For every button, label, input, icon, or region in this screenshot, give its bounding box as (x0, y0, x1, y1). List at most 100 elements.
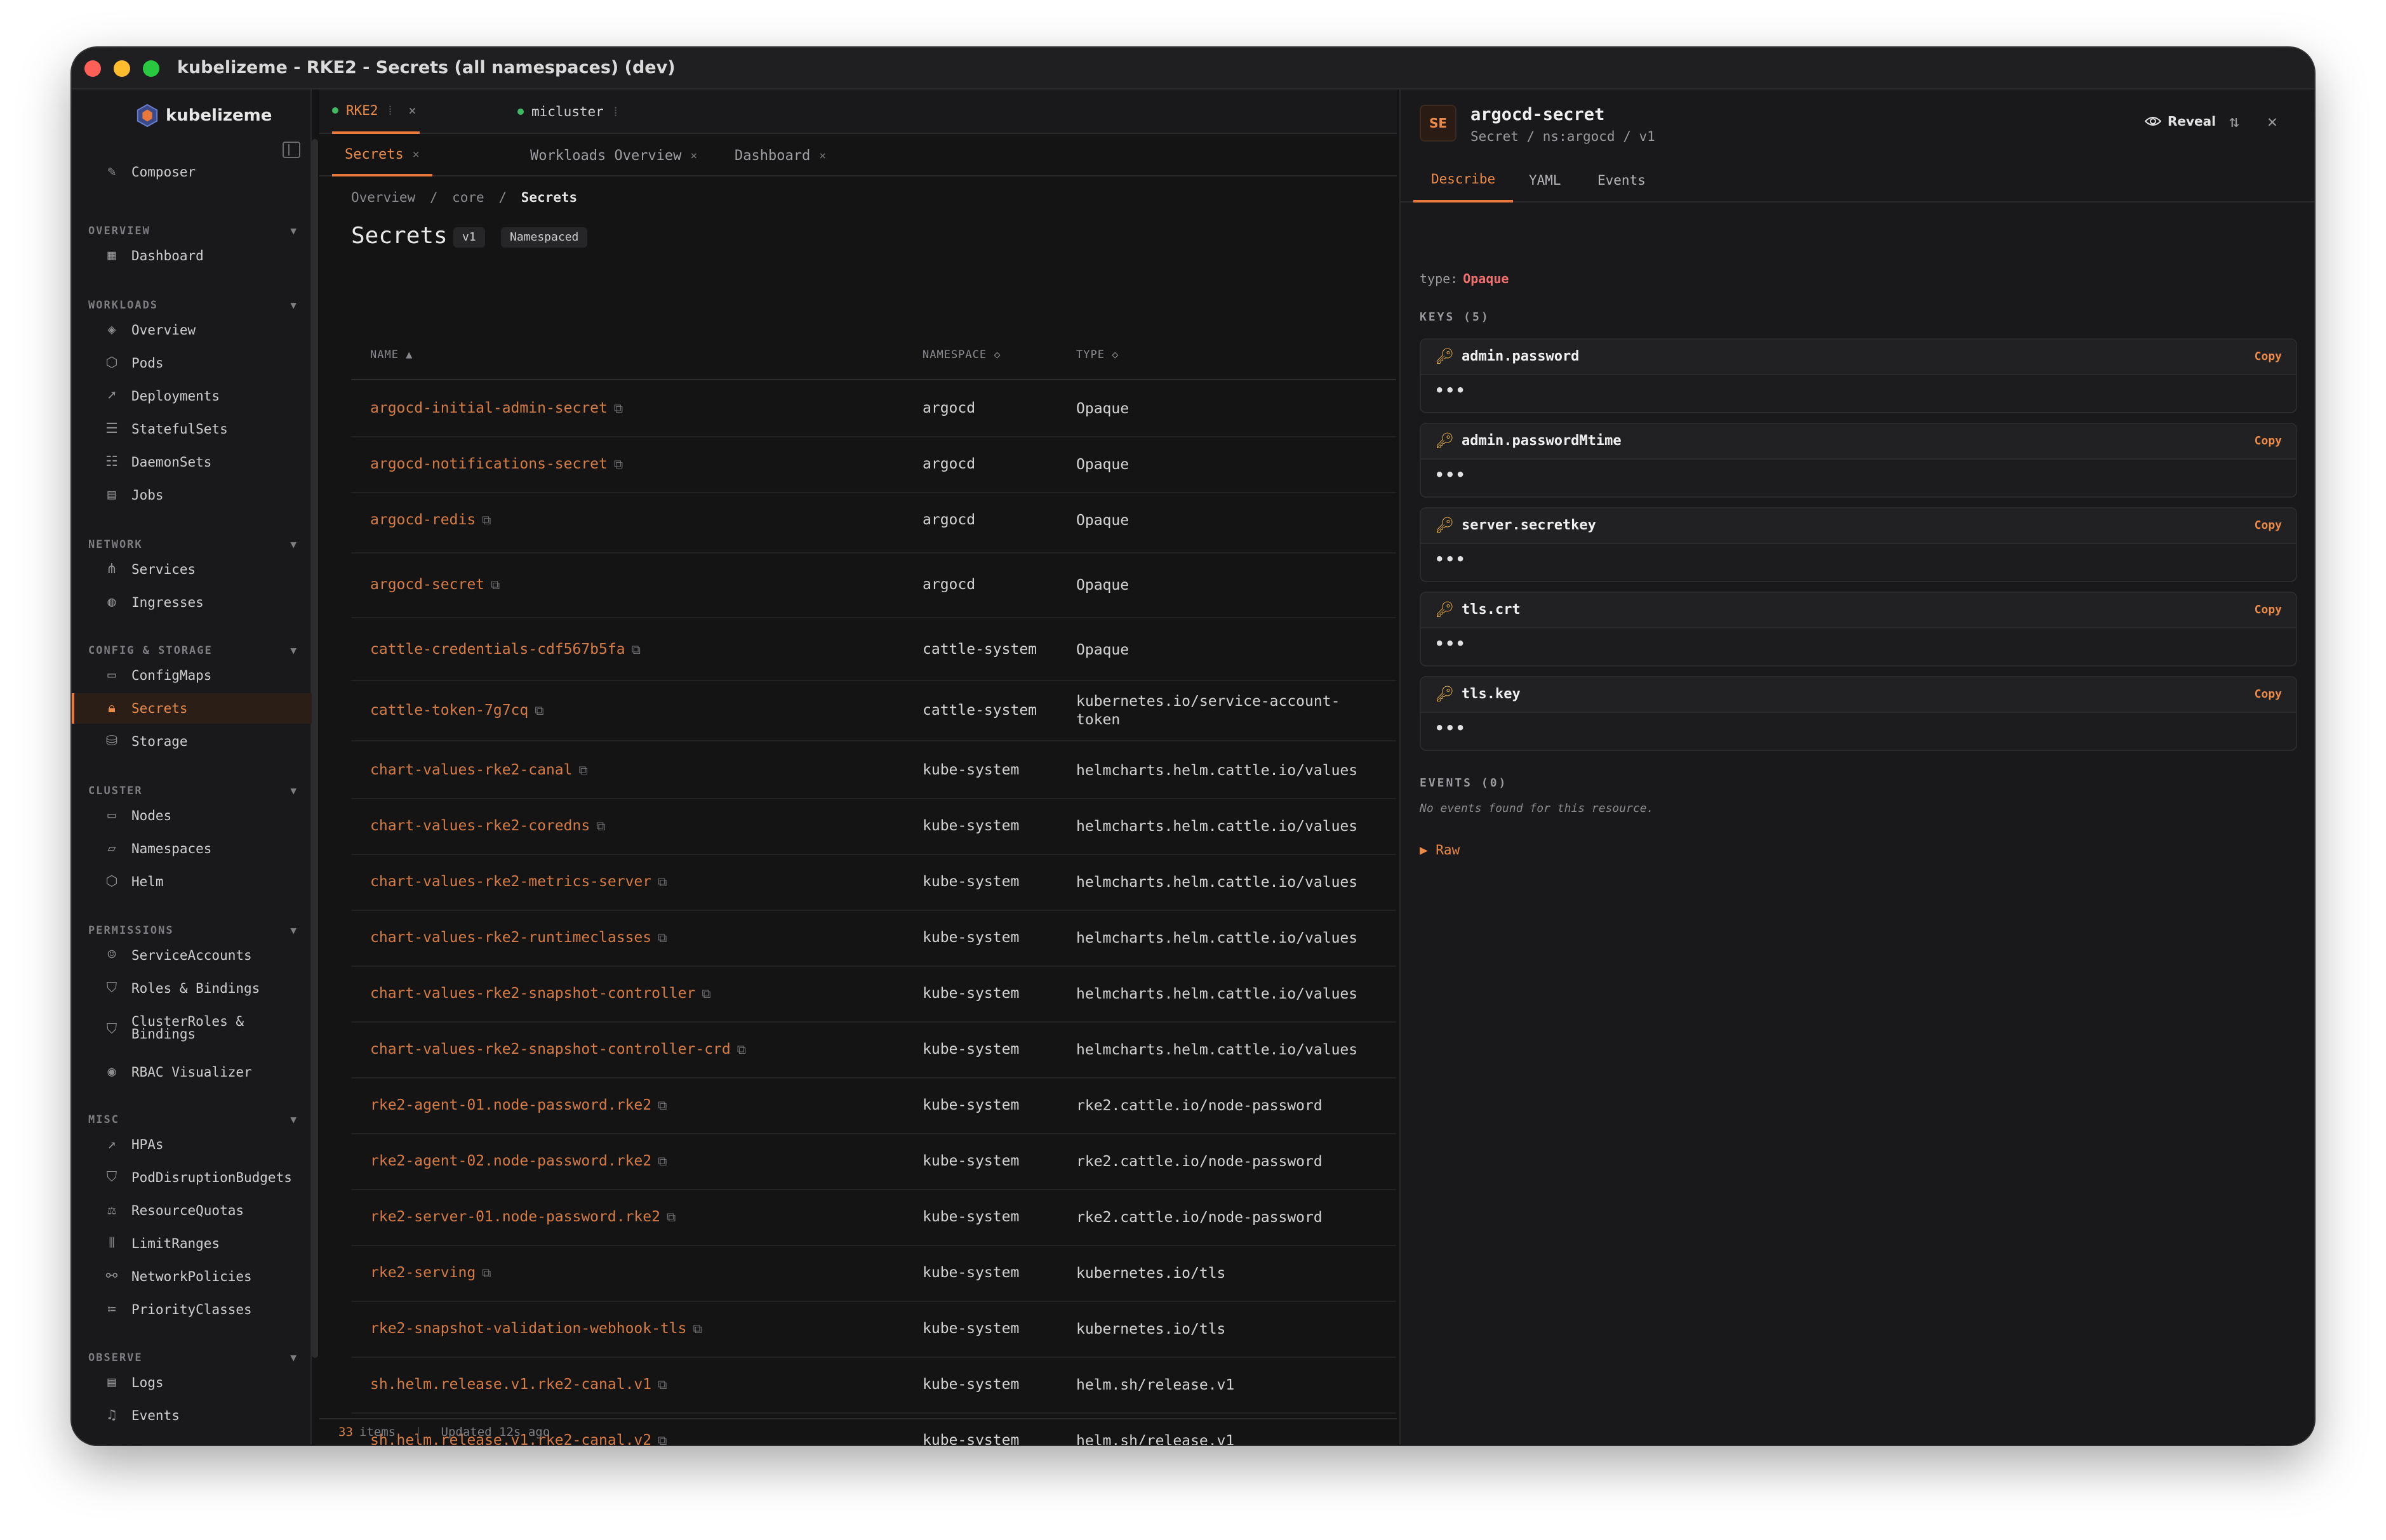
column-header-type[interactable]: TYPE ◇ (1076, 348, 1119, 361)
close-icon[interactable]: ✕ (2263, 112, 2282, 131)
table-row[interactable]: argocd-notifications-secret ⧉ argocd Opaque (351, 437, 1396, 493)
sidebar-item-priorityclasses[interactable]: ≔ PriorityClasses (72, 1294, 312, 1325)
copy-button[interactable]: Copy (2255, 519, 2282, 532)
table-row[interactable]: chart-values-rke2-runtimeclasses ⧉ kube-sy… (351, 911, 1396, 967)
sidebar-item-daemonsets[interactable]: ☷ DaemonSets (72, 447, 312, 477)
sidebar-section-network[interactable]: NETWORK ▼ (88, 538, 298, 551)
sidebar-item-statefulsets[interactable]: ☰ StatefulSets (72, 414, 312, 444)
sidebar-item-networkpolicies[interactable]: ⚯ NetworkPolicies (72, 1261, 312, 1292)
copy-icon[interactable]: ⧉ (737, 1042, 746, 1057)
close-window-button[interactable] (84, 60, 101, 77)
brand[interactable]: kubelizeme (135, 100, 272, 131)
tab-events[interactable]: Events (1597, 158, 1646, 202)
table-row[interactable]: argocd-redis ⧉ argocd Opaque (351, 493, 1396, 554)
copy-icon[interactable]: ⧉ (658, 1098, 667, 1113)
sidebar-section-config-storage[interactable]: CONFIG & STORAGE ▼ (88, 644, 298, 657)
cluster-tab-micluster[interactable]: micluster ⁞ (517, 90, 618, 134)
table-row[interactable]: argocd-initial-admin-secret ⧉ argocd Opaque (351, 380, 1396, 437)
secret-name-link[interactable]: cattle-token-7g7cq ⧉ (370, 702, 544, 719)
sidebar-item-nodes[interactable]: ▭ Nodes (72, 800, 312, 831)
table-row[interactable]: chart-values-rke2-metrics-server ⧉ kube-sy… (351, 855, 1396, 911)
sidebar-item-namespaces[interactable]: ▱ Namespaces (72, 833, 312, 864)
sidebar-item-ingresses[interactable]: ◍ Ingresses (72, 587, 312, 618)
sidebar-section-workloads[interactable]: WORKLOADS ▼ (88, 299, 298, 312)
table-row[interactable]: sh.helm.release.v1.rke2-canal.v1 ⧉ kube-sy… (351, 1358, 1396, 1414)
maximize-window-button[interactable] (143, 60, 159, 77)
copy-icon[interactable]: ⧉ (491, 577, 500, 592)
cluster-tab-rke2[interactable]: RKE2 ⁞ × (332, 90, 420, 134)
secret-name-link[interactable]: argocd-secret ⧉ (370, 576, 500, 593)
copy-button[interactable]: Copy (2255, 434, 2282, 448)
tab-yaml[interactable]: YAML (1529, 158, 1561, 202)
sidebar-item-rbac-visualizer[interactable]: ◉ RBAC Visualizer (72, 1057, 312, 1087)
sidebar-item-storage[interactable]: ⛁ Storage (72, 726, 312, 757)
reveal-button[interactable]: Reveal (2145, 114, 2216, 129)
secret-name-link[interactable]: rke2-agent-01.node-password.rke2 ⧉ (370, 1097, 667, 1113)
tab-dashboard[interactable]: Dashboard × (735, 135, 826, 176)
sidebar-item-pods[interactable]: ⬡ Pods (72, 348, 312, 378)
copy-button[interactable]: Copy (2255, 350, 2282, 363)
copy-icon[interactable]: ⧉ (614, 401, 623, 416)
sidebar-item-jobs[interactable]: ▤ Jobs (72, 480, 312, 510)
copy-icon[interactable]: ⧉ (614, 456, 623, 472)
copy-icon[interactable]: ⧉ (482, 512, 491, 528)
secret-name-link[interactable]: rke2-server-01.node-password.rke2 ⧉ (370, 1209, 676, 1225)
sidebar-item-helm[interactable]: ⬡ Helm (72, 866, 312, 897)
table-row[interactable]: rke2-server-01.node-password.rke2 ⧉ kube-s… (351, 1190, 1396, 1246)
tab-secrets[interactable]: Secrets × (332, 135, 432, 176)
copy-icon[interactable]: ⧉ (693, 1321, 702, 1336)
secret-name-link[interactable]: chart-values-rke2-metrics-server ⧉ (370, 873, 667, 890)
sidebar-item-serviceaccounts[interactable]: ☺ ServiceAccounts (72, 940, 312, 971)
sidebar-item-roles-bindings[interactable]: ⛉ Roles & Bindings (72, 973, 312, 1004)
table-row[interactable]: chart-values-rke2-snapshot-controller-cr… (351, 1023, 1396, 1079)
secret-name-link[interactable]: rke2-serving ⧉ (370, 1265, 491, 1281)
tab-workloads-overview[interactable]: Workloads Overview × (530, 135, 697, 176)
sidebar-item-hpas[interactable]: ↗ HPAs (72, 1129, 312, 1160)
secret-name-link[interactable]: chart-values-rke2-snapshot-controller-cr… (370, 1041, 746, 1058)
copy-button[interactable]: Copy (2255, 603, 2282, 616)
sidebar-item-deployments[interactable]: ➚ Deployments (72, 381, 312, 411)
sidebar-section-permissions[interactable]: PERMISSIONS ▼ (88, 924, 298, 937)
sidebar-item-configmaps[interactable]: ▭ ConfigMaps (72, 660, 312, 691)
close-icon[interactable]: × (408, 103, 416, 118)
secret-name-link[interactable]: cattle-credentials-cdf567b5fa ⧉ (370, 641, 641, 658)
secret-name-link[interactable]: argocd-redis ⧉ (370, 512, 491, 528)
collapse-sidebar-icon[interactable] (283, 142, 300, 158)
secret-name-link[interactable]: sh.helm.release.v1.rke2-canal.v1 ⧉ (370, 1376, 667, 1393)
table-row[interactable]: chart-values-rke2-coredns ⧉ kube-system hel… (351, 799, 1396, 855)
sidebar-item-logs[interactable]: ▤ Logs (72, 1367, 312, 1398)
copy-icon[interactable]: ⧉ (658, 1377, 667, 1392)
sidebar-item-secrets[interactable]: 🔒︎ Secrets (72, 693, 312, 724)
sidebar-item-events[interactable]: ♫ Events (72, 1400, 312, 1431)
minimize-window-button[interactable] (114, 60, 130, 77)
table-row[interactable]: rke2-serving ⧉ kube-system kubernetes.io/tl… (351, 1246, 1396, 1302)
sidebar-item-composer[interactable]: ✎ Composer (72, 157, 312, 187)
secret-name-link[interactable]: argocd-initial-admin-secret ⧉ (370, 400, 623, 416)
copy-button[interactable]: Copy (2255, 687, 2282, 701)
sidebar-item-limitranges[interactable]: ⫴ LimitRanges (72, 1228, 312, 1259)
secret-name-link[interactable]: chart-values-rke2-canal ⧉ (370, 762, 588, 778)
close-icon[interactable]: × (690, 149, 697, 163)
copy-icon[interactable]: ⧉ (632, 642, 641, 657)
tab-describe[interactable]: Describe (1413, 158, 1514, 202)
table-row[interactable]: cattle-token-7g7cq ⧉ cattle-system kubernet… (351, 681, 1396, 741)
secret-name-link[interactable]: argocd-notifications-secret ⧉ (370, 456, 623, 472)
raw-toggle[interactable]: ▶ Raw (1420, 842, 1460, 858)
refresh-icon[interactable]: ⇅ (2225, 112, 2244, 131)
copy-icon[interactable]: ⧉ (658, 1153, 667, 1169)
sidebar-section-observe[interactable]: OBSERVE ▼ (88, 1351, 298, 1364)
sidebar-scrollbar[interactable] (312, 139, 318, 1358)
column-header-namespace[interactable]: NAMESPACE ◇ (923, 348, 1001, 361)
secret-name-link[interactable]: chart-values-rke2-coredns ⧉ (370, 818, 605, 834)
table-row[interactable]: argocd-secret ⧉ argocd Opaque (351, 554, 1396, 618)
copy-icon[interactable]: ⧉ (535, 703, 543, 718)
table-row[interactable]: rke2-agent-01.node-password.rke2 ⧉ kube-sy… (351, 1079, 1396, 1134)
copy-icon[interactable]: ⧉ (702, 986, 710, 1001)
table-row[interactable]: chart-values-rke2-snapshot-controller ⧉ ku… (351, 967, 1396, 1023)
close-icon[interactable]: × (819, 149, 826, 163)
secret-name-link[interactable]: rke2-snapshot-validation-webhook-tls ⧉ (370, 1320, 702, 1337)
secret-name-link[interactable]: rke2-agent-02.node-password.rke2 ⧉ (370, 1153, 667, 1169)
sidebar-section-overview[interactable]: OVERVIEW ▼ (88, 225, 298, 237)
copy-icon[interactable]: ⧉ (658, 930, 667, 945)
table-row[interactable]: rke2-agent-02.node-password.rke2 ⧉ kube-sy… (351, 1134, 1396, 1190)
